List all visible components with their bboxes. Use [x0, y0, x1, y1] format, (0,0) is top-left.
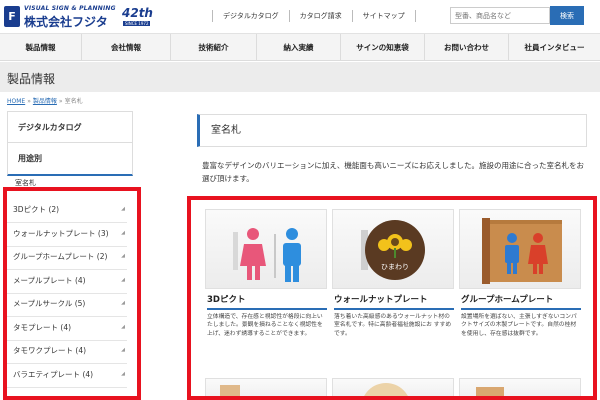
- sidebar-item-label: ウォールナットプレート: [13, 229, 96, 238]
- sidebar-category-room-sign[interactable]: 室名札: [7, 178, 36, 188]
- breadcrumb-home[interactable]: HOME: [7, 98, 25, 105]
- logo-tagline: VISUAL SIGN & PLANNING: [24, 5, 116, 12]
- sidebar-digital-catalog[interactable]: デジタルカタログ: [7, 111, 133, 145]
- product-thumbnail: [476, 387, 504, 400]
- sidebar-item-count: (4): [74, 276, 86, 285]
- product-card-row2-1[interactable]: [205, 378, 327, 400]
- corner-arrow-icon: ◢: [121, 300, 125, 306]
- corner-arrow-icon: ◢: [121, 206, 125, 212]
- product-image-group-home-plate: [459, 209, 581, 289]
- util-link-digital-catalog[interactable]: デジタルカタログ: [212, 10, 289, 22]
- sidebar-item-tamo-frame-plate[interactable]: タモワクプレート (4) ◢: [7, 340, 127, 364]
- corner-arrow-icon: ◢: [121, 324, 125, 330]
- nav-item-company[interactable]: 会社情報: [82, 34, 171, 61]
- sidebar-item-label: グループホームプレート: [13, 252, 95, 261]
- sidebar-item-label: バラエティプレート: [13, 370, 81, 379]
- search-button[interactable]: 検索: [550, 6, 584, 25]
- sidebar-item-walnut-plate[interactable]: ウォールナットプレート (3) ◢: [7, 223, 127, 247]
- breadcrumb-separator: »: [58, 98, 63, 105]
- nav-item-products[interactable]: 製品情報: [0, 34, 82, 61]
- anniversary-since: SINCE 1972: [123, 21, 151, 26]
- nav-item-sign-tips[interactable]: サインの知恵袋: [341, 34, 425, 61]
- util-link-catalog-request[interactable]: カタログ請求: [288, 10, 352, 22]
- corner-arrow-icon: ◢: [121, 230, 125, 236]
- product-title: ウォールナットプレート: [334, 293, 454, 310]
- sidebar-item-3d-pict[interactable]: 3Dピクト (2) ◢: [7, 199, 127, 223]
- product-description: 設置場所を選ばない、主張しすぎないコンパクトサイズの木製プレートです。自然の桂材…: [461, 314, 577, 337]
- corner-arrow-icon: ◢: [121, 347, 125, 353]
- product-title: 3Dピクト: [207, 293, 327, 310]
- sign-label: ひまわり: [381, 263, 409, 271]
- breadcrumb-current: 室名札: [64, 98, 83, 105]
- nav-item-interview[interactable]: 社員インタビュー: [509, 34, 600, 61]
- product-thumbnail: [361, 383, 411, 400]
- sunflower-sign-icon: [361, 220, 425, 280]
- sidebar-item-group-home-plate[interactable]: グループホームプレート (2) ◢: [7, 246, 127, 270]
- product-card-row2-3[interactable]: [459, 378, 581, 400]
- anniversary-number: 42th: [122, 6, 153, 20]
- logo-mark-icon: F: [4, 6, 20, 27]
- corner-arrow-icon: ◢: [121, 277, 125, 283]
- sidebar-item-maple-circle[interactable]: メープルサークル (5) ◢: [7, 293, 127, 317]
- util-link-sitemap[interactable]: サイトマップ: [351, 10, 416, 22]
- restroom-pictogram-icon: [233, 228, 301, 282]
- product-card-row2-2[interactable]: [332, 378, 454, 400]
- product-description: 落ち着いた高級感のあるウォールナット材の室名札です。特に高齢者福祉施設にお すす…: [334, 314, 452, 337]
- corner-arrow-icon: ◢: [121, 253, 125, 259]
- sidebar-item-label: 3Dピクト: [13, 205, 47, 214]
- product-image-3d-pict: [205, 209, 327, 289]
- site-header: F VISUAL SIGN & PLANNING 株式会社フジタ 42th SI…: [0, 0, 600, 33]
- sidebar-item-count: (4): [75, 346, 87, 355]
- logo-company-name: 株式会社フジタ: [24, 15, 108, 29]
- sidebar-item-count: (2): [48, 205, 60, 214]
- wooden-restroom-sign-icon: [482, 218, 562, 284]
- product-card-3d-pict[interactable]: 3Dピクト 立体構造で、存在感と視認性が格段に向上いたしました。景観を損ねること…: [205, 209, 327, 359]
- fujita-logo[interactable]: F VISUAL SIGN & PLANNING 株式会社フジタ 42th SI…: [4, 4, 154, 30]
- sidebar-item-count: (5): [74, 299, 86, 308]
- sidebar-item-label: タモワクプレート: [13, 346, 73, 355]
- corner-arrow-icon: ◢: [121, 371, 125, 377]
- product-thumbnail: [220, 385, 240, 400]
- breadcrumb-separator: »: [27, 98, 31, 105]
- product-image-walnut-plate: ひまわり: [332, 209, 454, 289]
- sidebar-item-count: (3): [97, 229, 109, 238]
- search-input[interactable]: [450, 7, 550, 24]
- sidebar-item-count: (2): [96, 252, 108, 261]
- section-heading: 室名札: [197, 114, 587, 147]
- section-description: 豊富なデザインのバリエーションに加え、機能面も高いニーズにお応えしました。施設の…: [202, 161, 584, 183]
- utility-links: デジタルカタログ カタログ請求 サイトマップ: [212, 10, 416, 22]
- product-title: グループホームプレート: [461, 293, 581, 310]
- breadcrumb: HOME» 製品情報» 室名札: [7, 96, 83, 105]
- sidebar-by-usage[interactable]: 用途別: [7, 142, 133, 176]
- breadcrumb-products[interactable]: 製品情報: [33, 98, 57, 105]
- sidebar-item-maple-plate[interactable]: メープルプレート (4) ◢: [7, 270, 127, 294]
- sidebar-item-variety-plate[interactable]: バラエティプレート (4) ◢: [7, 364, 127, 388]
- product-card-walnut-plate[interactable]: ひまわり ウォールナットプレート 落ち着いた高級感のあるウォールナット材の室名札…: [332, 209, 454, 359]
- sidebar-item-count: (4): [82, 370, 94, 379]
- sidebar-item-label: メープルプレート: [13, 276, 73, 285]
- nav-item-deliveries[interactable]: 納入実績: [257, 34, 341, 61]
- anniversary-badge: 42th SINCE 1972: [122, 6, 153, 28]
- global-nav: 製品情報 会社情報 技術紹介 納入実績 サインの知恵袋 お問い合わせ 社員インタ…: [0, 33, 600, 61]
- nav-item-contact[interactable]: お問い合わせ: [425, 34, 509, 61]
- sidebar-item-label: メープルサークル: [13, 299, 73, 308]
- page-title-bar: [0, 62, 600, 92]
- sidebar-item-tamo-plate[interactable]: タモプレート (4) ◢: [7, 317, 127, 341]
- product-description: 立体構造で、存在感と視認性が格段に向上いたしました。景観を損ねることなく視認性を…: [207, 314, 323, 337]
- nav-item-technology[interactable]: 技術紹介: [171, 34, 257, 61]
- sidebar-item-count: (4): [60, 323, 72, 332]
- sidebar-item-label: タモプレート: [13, 323, 58, 332]
- page-title: 製品情報: [7, 72, 56, 86]
- product-card-group-home-plate[interactable]: グループホームプレート 設置場所を選ばない、主張しすぎないコンパクトサイズの木製…: [459, 209, 581, 359]
